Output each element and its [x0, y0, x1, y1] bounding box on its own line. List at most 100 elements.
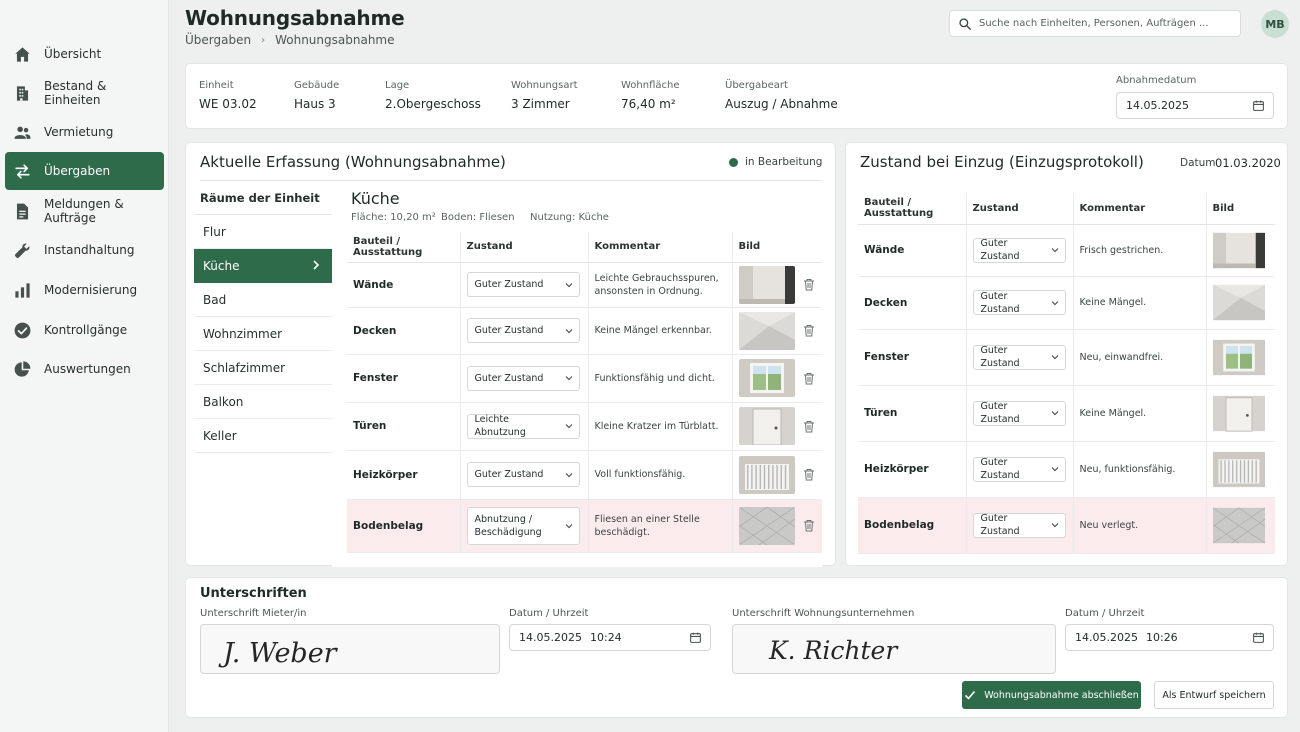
sidebar-item-label: Auswertungen: [44, 362, 131, 376]
button-label: Wohnungsabnahme abschließen: [984, 689, 1139, 701]
comment-text[interactable]: Neu, einwandfrei.: [1080, 351, 1206, 364]
calendar-icon[interactable]: [1252, 99, 1265, 112]
sidebar-item-bestand[interactable]: Bestand & Einheiten: [5, 74, 164, 112]
comment-text[interactable]: Leichte Gebrauchsspuren, ansonsten in Or…: [595, 272, 732, 298]
condition-select[interactable]: Guter Zustand: [466, 365, 580, 391]
current-capture-card: Aktuelle Erfassung (Wohnungsabnahme) in …: [185, 142, 836, 567]
comment-text[interactable]: Keine Mängel.: [1080, 407, 1206, 420]
sidebar-item-uebergaben[interactable]: Übergaben: [5, 152, 164, 190]
info-lage: Lage 2.Obergeschoss: [385, 80, 481, 111]
condition-select[interactable]: Guter Zustand: [972, 290, 1066, 315]
wall-photo[interactable]: [1212, 228, 1265, 273]
company-signature-image: K. Richter: [768, 636, 899, 665]
condition-value: Guter Zustand: [980, 345, 1020, 369]
room-item-kueche[interactable]: Küche: [194, 249, 332, 283]
signatures-title: Unterschriften: [200, 586, 307, 601]
radiator-photo[interactable]: [1212, 447, 1265, 492]
abnahmedatum-input[interactable]: 14.05.2025: [1116, 92, 1274, 119]
info-label: Übergabeart: [725, 80, 788, 91]
status-badge: in Bearbeitung: [729, 156, 822, 168]
room-label: Schlafzimmer: [203, 360, 286, 375]
window-photo[interactable]: [1212, 335, 1265, 380]
ceiling-photo[interactable]: [1212, 280, 1265, 325]
calendar-icon[interactable]: [1252, 631, 1265, 644]
breadcrumb-item-uebergaben[interactable]: Übergaben: [185, 33, 251, 47]
floor-tiles-photo[interactable]: [738, 506, 795, 545]
room-item-keller[interactable]: Keller: [194, 419, 332, 453]
trash-icon[interactable]: [803, 420, 815, 433]
door-photo[interactable]: [738, 407, 795, 445]
condition-select[interactable]: Guter Zustand: [972, 456, 1066, 482]
cell-comment: Voll funktionsfähig.: [587, 450, 732, 500]
cell-item: Türen: [347, 402, 460, 451]
condition-select[interactable]: Guter Zustand: [972, 237, 1066, 263]
room-item-balkon[interactable]: Balkon: [194, 385, 332, 419]
comment-text[interactable]: Neu, funktionsfähig.: [1080, 463, 1206, 476]
trash-icon[interactable]: [803, 324, 815, 337]
cell-image: [1205, 329, 1276, 386]
sidebar-item-label: Kontrollgänge: [44, 323, 128, 337]
sidebar-item-kontrollgaenge[interactable]: Kontrollgänge: [5, 311, 164, 349]
condition-select[interactable]: Guter Zustand: [466, 462, 580, 487]
room-item-schlafzimmer[interactable]: Schlafzimmer: [194, 351, 332, 385]
cell-image: [1205, 224, 1275, 277]
sidebar-item-modernisierung[interactable]: Modernisierung: [5, 271, 164, 309]
comment-text[interactable]: Keine Mängel erkennbar.: [595, 324, 732, 337]
trash-icon[interactable]: [803, 468, 815, 481]
comment-text[interactable]: Voll funktionsfähig.: [595, 468, 732, 481]
complete-inspection-button[interactable]: Wohnungsabnahme abschließen: [962, 681, 1141, 709]
cell-item: Heizkörper: [858, 441, 966, 498]
condition-value: Guter Zustand: [474, 372, 544, 384]
trash-icon[interactable]: [803, 278, 815, 291]
comment-text[interactable]: Kleine Kratzer im Türblatt.: [595, 420, 732, 433]
trash-icon[interactable]: [803, 519, 815, 532]
room-item-flur[interactable]: Flur: [194, 215, 332, 249]
tenant-datetime-input[interactable]: 14.05.2025 10:24: [509, 624, 711, 651]
room-usage: Nutzung: Küche: [530, 212, 609, 223]
door-photo[interactable]: [1212, 391, 1265, 436]
table-row: Bodenbelag Guter Zustand Neu verlegt.: [858, 497, 1275, 554]
tenant-signature-pad[interactable]: J. Weber: [200, 624, 500, 674]
sidebar-item-meldungen[interactable]: Meldungen & Aufträge: [5, 192, 164, 230]
search-box[interactable]: [949, 10, 1241, 37]
chevron-down-icon: [565, 523, 572, 528]
condition-select[interactable]: Guter Zustand: [972, 512, 1066, 538]
company-signature-pad[interactable]: K. Richter: [732, 624, 1056, 674]
radiator-photo[interactable]: [738, 455, 795, 494]
comment-text[interactable]: Funktionsfähig und dicht.: [595, 372, 732, 385]
sidebar-item-uebersicht[interactable]: Übersicht: [5, 35, 164, 73]
condition-select[interactable]: Guter Zustand: [972, 400, 1066, 426]
comment-text[interactable]: Keine Mängel.: [1080, 296, 1206, 309]
chevron-down-icon: [565, 282, 572, 287]
window-photo[interactable]: [738, 359, 795, 397]
sidebar-item-vermietung[interactable]: Vermietung: [5, 113, 164, 151]
wall-photo[interactable]: [738, 265, 795, 304]
floor-tiles-photo[interactable]: [1212, 503, 1265, 548]
calendar-icon[interactable]: [689, 631, 702, 644]
movein-condition-table: Bauteil / Ausstattung Zustand Kommentar …: [858, 193, 1275, 554]
trash-icon[interactable]: [803, 372, 815, 385]
condition-select[interactable]: Leichte Abnutzung: [466, 413, 580, 439]
ceiling-photo[interactable]: [738, 311, 795, 350]
condition-select[interactable]: Abnutzung / Beschädigung: [466, 506, 580, 545]
image-wrapper: [1212, 335, 1276, 380]
condition-select[interactable]: Guter Zustand: [466, 272, 580, 297]
sidebar-item-instandhaltung[interactable]: Instandhaltung: [5, 231, 164, 269]
save-draft-button[interactable]: Als Entwurf speichern: [1154, 681, 1274, 709]
sidebar-item-auswertungen[interactable]: Auswertungen: [5, 350, 164, 388]
comment-text[interactable]: Fliesen an einer Stelle beschädigt.: [595, 513, 732, 539]
condition-select[interactable]: Guter Zustand: [466, 318, 580, 343]
room-item-bad[interactable]: Bad: [194, 283, 332, 317]
avatar[interactable]: MB: [1261, 10, 1289, 38]
search-input[interactable]: [979, 18, 1219, 29]
image-wrapper: [738, 311, 823, 350]
room-item-wohnzimmer[interactable]: Wohnzimmer: [194, 317, 332, 351]
room-title: Küche: [351, 189, 400, 208]
comment-text[interactable]: Frisch gestrichen.: [1080, 244, 1206, 257]
condition-select[interactable]: Guter Zustand: [972, 344, 1066, 370]
table-header-row: Bauteil / Ausstattung Zustand Kommentar …: [347, 232, 822, 263]
image-wrapper: [1212, 447, 1276, 492]
cell-comment: Frisch gestrichen.: [1072, 224, 1206, 277]
comment-text[interactable]: Neu verlegt.: [1080, 519, 1206, 532]
company-datetime-input[interactable]: 14.05.2025 10:26: [1065, 624, 1274, 651]
